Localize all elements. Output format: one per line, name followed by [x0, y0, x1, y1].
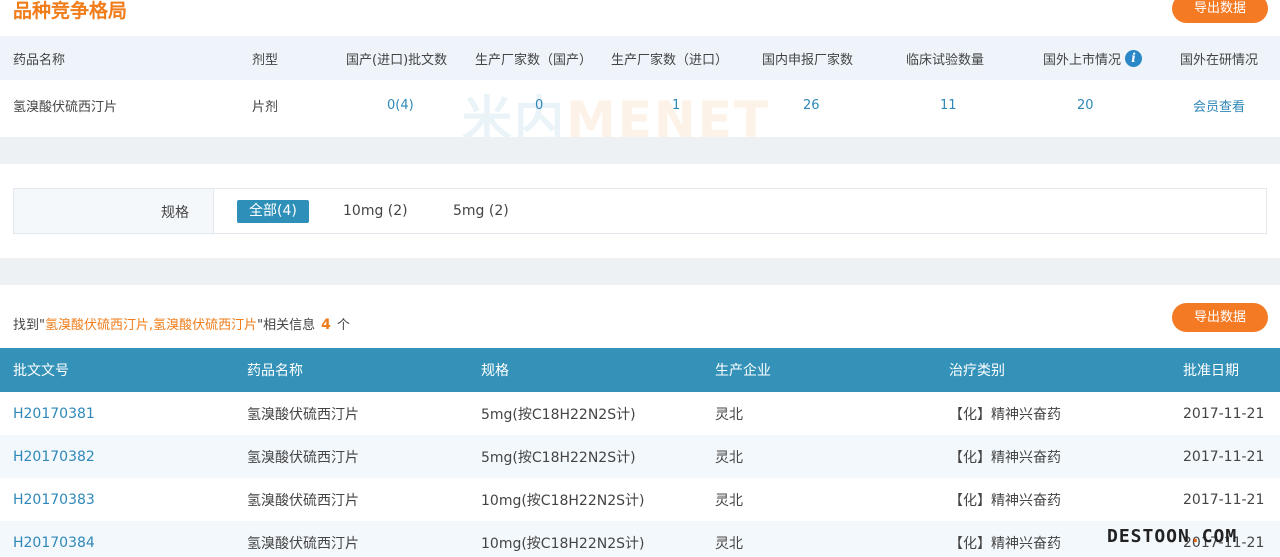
row-company: 灵北 — [715, 449, 743, 466]
col-mfr-domestic: 生产厂家数（国产） — [475, 52, 593, 68]
competition-table-header: 药品名称 剂型 国产(进口)批文数 生产厂家数（国产） 生产厂家数（进口） 国内… — [0, 36, 1280, 80]
row-spec: 5mg(按C18H22N2S计) — [481, 449, 636, 466]
spec-option-all[interactable]: 全部(4) — [237, 200, 309, 223]
col-drug-name: 药品名称 — [247, 363, 303, 379]
section-title: 品种竞争格局 — [13, 0, 128, 22]
col-clinical-trials: 临床试验数量 — [906, 52, 985, 68]
dosage-form: 片剂 — [252, 99, 279, 115]
table-row: H20170381 氢溴酸伏硫西汀片 5mg(按C18H22N2S计) 灵北 【… — [0, 392, 1280, 435]
row-spec: 10mg(按C18H22N2S计) — [481, 535, 645, 552]
table-row: H20170383 氢溴酸伏硫西汀片 10mg(按C18H22N2S计) 灵北 … — [0, 478, 1280, 521]
col-spec: 规格 — [481, 363, 509, 379]
page: 品种竞争格局 导出数据 药品名称 剂型 国产(进口)批文数 生产厂家数（国产） … — [0, 0, 1280, 557]
approvals-link[interactable]: 0(4) — [387, 80, 414, 130]
mfr-domestic-link[interactable]: 0 — [535, 80, 543, 130]
row-category: 【化】精神兴奋药 — [949, 406, 1061, 423]
col-foreign-market-label: 国外上市情况 — [1043, 52, 1122, 68]
approval-number-link[interactable]: H20170384 — [13, 521, 95, 557]
foreign-market-link[interactable]: 20 — [1077, 80, 1094, 130]
row-date: 2017-11-21 — [1183, 448, 1265, 465]
spec-label-cell: 规格 — [14, 189, 214, 233]
approval-number-link[interactable]: H20170383 — [13, 478, 95, 521]
row-drug-name: 氢溴酸伏硫西汀片 — [247, 406, 359, 423]
row-category: 【化】精神兴奋药 — [949, 492, 1061, 509]
col-drug-name: 药品名称 — [13, 52, 66, 68]
col-approvals: 国产(进口)批文数 — [346, 52, 448, 68]
result-count: 4 — [321, 317, 331, 333]
row-company: 灵北 — [715, 535, 743, 552]
found-prefix: 找到" — [13, 318, 45, 333]
info-icon[interactable]: i — [1125, 49, 1143, 67]
col-approval-number: 批文文号 — [13, 363, 69, 379]
results-table-header: 批文文号 药品名称 规格 生产企业 治疗类别 批准日期 — [0, 348, 1280, 392]
results-summary: 找到"氢溴酸伏硫西汀片,氢溴酸伏硫西汀片"相关信息 4 个 — [13, 314, 350, 333]
search-keyword: 氢溴酸伏硫西汀片,氢溴酸伏硫西汀片 — [44, 318, 258, 333]
col-foreign-market: 国外上市情况 i — [1043, 36, 1143, 80]
col-company: 生产企业 — [715, 363, 771, 379]
col-foreign-research: 国外在研情况 — [1180, 52, 1259, 68]
row-category: 【化】精神兴奋药 — [949, 449, 1061, 466]
clinical-trials-link[interactable]: 11 — [940, 80, 957, 130]
row-company: 灵北 — [715, 492, 743, 509]
found-mid: "相关信息 — [257, 318, 316, 333]
row-company: 灵北 — [715, 406, 743, 423]
row-spec: 5mg(按C18H22N2S计) — [481, 406, 636, 423]
spec-option-10mg[interactable]: 10mg (2) — [343, 200, 408, 223]
col-category: 治疗类别 — [949, 363, 1005, 379]
row-drug-name: 氢溴酸伏硫西汀片 — [247, 449, 359, 466]
approval-number-link[interactable]: H20170381 — [13, 392, 95, 435]
col-dosage-form: 剂型 — [252, 52, 279, 68]
col-approval-date: 批准日期 — [1183, 363, 1239, 379]
row-drug-name: 氢溴酸伏硫西汀片 — [247, 535, 359, 552]
divider-band — [0, 137, 1280, 164]
spec-option-5mg[interactable]: 5mg (2) — [453, 200, 509, 223]
table-row: H20170384 氢溴酸伏硫西汀片 10mg(按C18H22N2S计) 灵北 … — [0, 521, 1280, 557]
table-row: H20170382 氢溴酸伏硫西汀片 5mg(按C18H22N2S计) 灵北 【… — [0, 435, 1280, 478]
row-drug-name: 氢溴酸伏硫西汀片 — [247, 492, 359, 509]
member-view-link[interactable]: 会员查看 — [1193, 80, 1245, 130]
mfr-import-link[interactable]: 1 — [672, 80, 680, 130]
found-suffix: 个 — [336, 318, 350, 333]
approval-number-link[interactable]: H20170382 — [13, 435, 95, 478]
destoon-watermark: DESTOON.COM — [1107, 526, 1238, 547]
spec-label: 规格 — [161, 205, 189, 221]
col-domestic-applicants: 国内申报厂家数 — [762, 52, 854, 68]
spec-filter: 规格 全部(4) 10mg (2) 5mg (2) — [13, 188, 1267, 234]
export-data-button-top[interactable]: 导出数据 — [1172, 0, 1268, 23]
row-spec: 10mg(按C18H22N2S计) — [481, 492, 645, 509]
divider-band — [0, 258, 1280, 285]
export-data-button-bottom[interactable]: 导出数据 — [1172, 303, 1268, 332]
section-header: 品种竞争格局 导出数据 — [0, 0, 1280, 36]
row-date: 2017-11-21 — [1183, 405, 1265, 422]
row-category: 【化】精神兴奋药 — [949, 535, 1061, 552]
competition-table-row: 氢溴酸伏硫西汀片 片剂 0(4) 0 1 26 11 20 会员查看 — [0, 80, 1280, 130]
col-mfr-import: 生产厂家数（进口） — [611, 52, 729, 68]
drug-name: 氢溴酸伏硫西汀片 — [13, 99, 118, 115]
domestic-applicants-link[interactable]: 26 — [803, 80, 820, 130]
row-date: 2017-11-21 — [1183, 491, 1265, 508]
